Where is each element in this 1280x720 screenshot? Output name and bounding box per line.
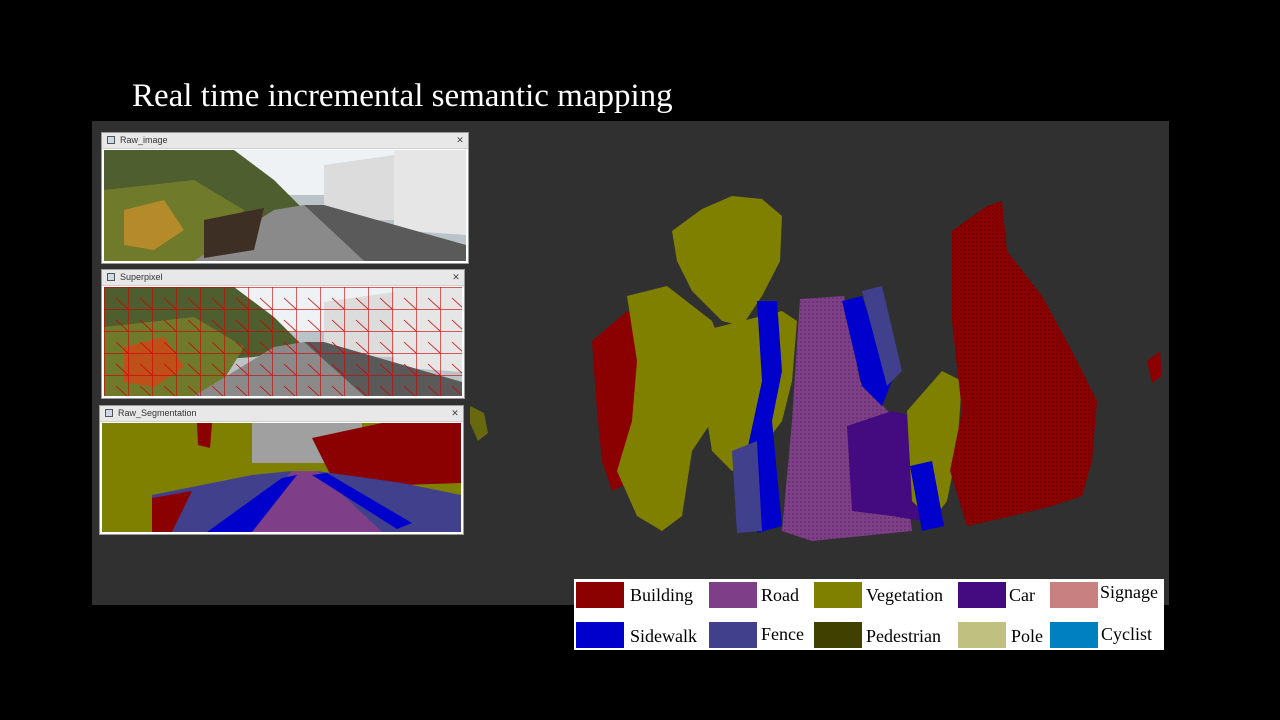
legend-swatch: [1050, 582, 1098, 608]
pointcloud-fence-left: [732, 441, 762, 533]
pointcloud-vegetation-far: [470, 406, 488, 441]
window-icon: [105, 409, 113, 417]
raw-image-window[interactable]: Raw_image ✕: [101, 132, 469, 264]
legend-swatch: [709, 582, 757, 608]
window-icon: [107, 136, 115, 144]
close-icon[interactable]: ✕: [455, 135, 465, 145]
legend-swatch: [814, 582, 862, 608]
superpixel-image: [104, 287, 462, 396]
legend-swatch: [709, 622, 757, 648]
legend-label: Cyclist: [1101, 624, 1153, 644]
close-icon[interactable]: ✕: [450, 408, 460, 418]
raw-segmentation-window[interactable]: Raw_Segmentation ✕: [99, 405, 464, 535]
legend-label: Vegetation: [866, 585, 943, 605]
superpixel-window[interactable]: Superpixel ✕: [101, 269, 465, 399]
raw-segmentation-window-titlebar[interactable]: Raw_Segmentation ✕: [100, 406, 463, 422]
legend-label: Pole: [1011, 626, 1044, 646]
legend-label: Sidewalk: [630, 626, 697, 646]
legend-label: Building: [630, 585, 694, 605]
legend-swatch: [958, 582, 1006, 608]
legend-swatch: [576, 582, 624, 608]
slide-title: Real time incremental semantic mapping: [132, 78, 673, 114]
superpixel-window-titlebar[interactable]: Superpixel ✕: [102, 270, 464, 286]
legend-swatch: [814, 622, 862, 648]
street-photo: [104, 150, 466, 261]
raw-segmentation-view: [102, 423, 461, 532]
window-icon: [107, 273, 115, 281]
raw-image-window-title: Raw_image: [120, 135, 168, 145]
legend-swatch: [958, 622, 1006, 648]
superpixel-window-title: Superpixel: [120, 272, 163, 282]
superpixel-view: [104, 287, 462, 396]
legend-label: Signage: [1100, 582, 1158, 602]
raw-segmentation-window-title: Raw_Segmentation: [118, 408, 197, 418]
close-icon[interactable]: ✕: [451, 272, 461, 282]
legend-swatch: [1050, 622, 1098, 648]
raw-image-view: [104, 150, 466, 261]
legend-label: Fence: [761, 624, 804, 644]
legend-label: Road: [761, 585, 799, 605]
legend-label: Pedestrian: [866, 626, 941, 646]
class-legend: Building Road Vegetation Car Signage Sid…: [574, 579, 1164, 650]
map-3d-viewport[interactable]: Raw_image ✕ Superpixel ✕ Raw_Segmentatio…: [92, 121, 1169, 605]
legend-swatch: [576, 622, 624, 648]
raw-image-window-titlebar[interactable]: Raw_image ✕: [102, 133, 468, 149]
pointcloud-building-far-right: [1147, 351, 1162, 383]
legend-label: Car: [1009, 585, 1035, 605]
segmentation-image: [102, 423, 461, 532]
